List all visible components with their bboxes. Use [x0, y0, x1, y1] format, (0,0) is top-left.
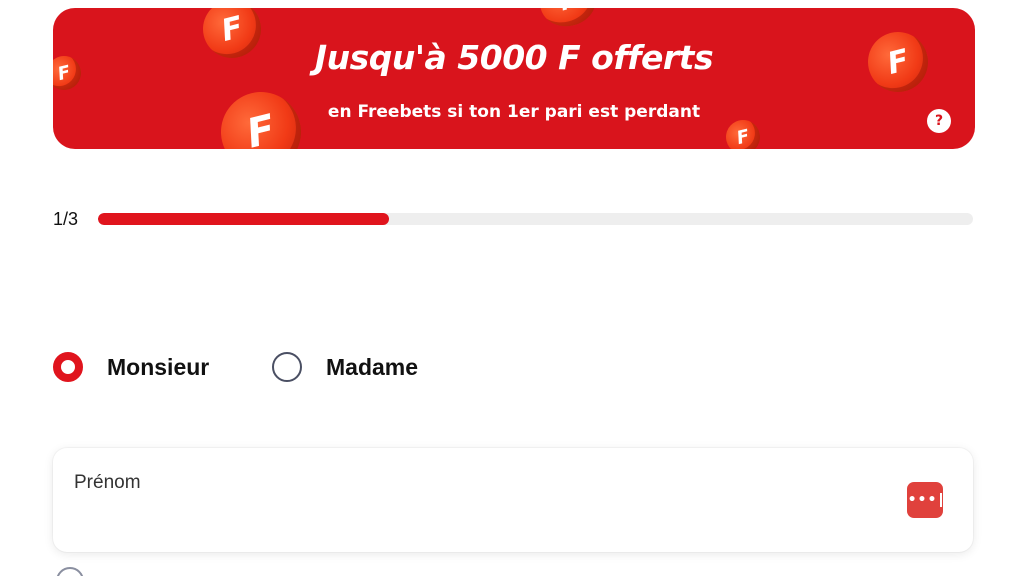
- help-button[interactable]: ?: [927, 109, 951, 133]
- dots-glyph: •••: [907, 492, 938, 508]
- step-indicator: 1/3: [53, 209, 79, 229]
- first-name-label: Prénom: [74, 472, 141, 493]
- radio-label-madame: Madame: [326, 353, 419, 380]
- banner-title: Jusqu'à 5000 F offerts: [314, 38, 714, 77]
- promo-banner[interactable]: F F F F F F Jusqu'à 5000 F offerts en Fr…: [53, 8, 975, 149]
- coin-icon: F: [535, 8, 601, 33]
- registration-page: F F F F F F Jusqu'à 5000 F offerts en Fr…: [0, 0, 1024, 576]
- progress-bar: [98, 213, 973, 225]
- radio-madame[interactable]: Madame: [272, 348, 418, 386]
- radio-button-checked[interactable]: [53, 352, 83, 382]
- radio-label-monsieur: Monsieur: [107, 353, 210, 380]
- radio-button-unchecked[interactable]: [272, 352, 302, 382]
- partial-radio-button[interactable]: [56, 567, 84, 576]
- banner-subtitle: en Freebets si ton 1er pari est perdant: [327, 102, 701, 122]
- progress-bar-fill: [98, 213, 390, 225]
- radio-monsieur[interactable]: Monsieur: [53, 348, 209, 386]
- first-name-field[interactable]: Prénom •••: [53, 448, 973, 552]
- password-manager-icon[interactable]: •••: [907, 482, 943, 518]
- cursor-bar: [940, 493, 943, 507]
